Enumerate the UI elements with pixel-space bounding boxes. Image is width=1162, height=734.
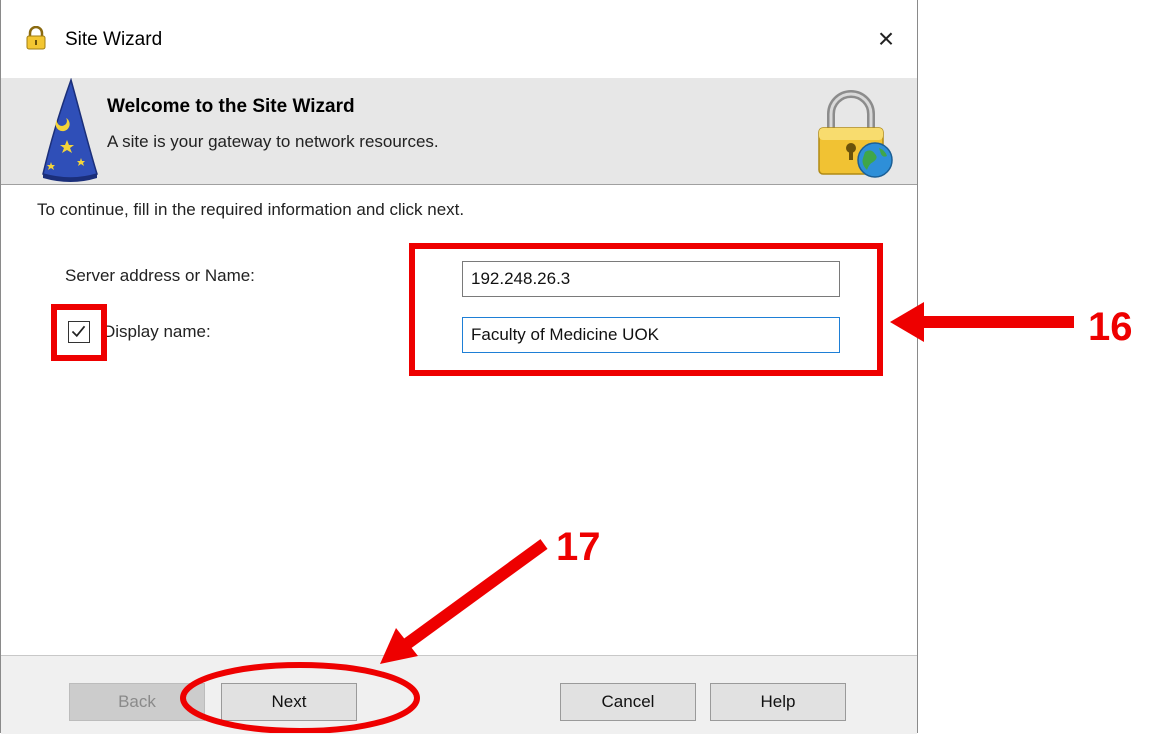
title-bar: Site Wizard × bbox=[1, 0, 917, 78]
wizard-banner: Welcome to the Site Wizard A site is you… bbox=[1, 78, 917, 185]
display-name-input[interactable] bbox=[462, 317, 840, 353]
instructions-text: To continue, fill in the required inform… bbox=[37, 200, 465, 219]
back-button[interactable]: Back bbox=[69, 683, 205, 721]
close-icon: × bbox=[877, 23, 895, 54]
server-address-input[interactable] bbox=[462, 261, 840, 297]
close-button[interactable]: × bbox=[869, 22, 903, 56]
site-wizard-window: Site Wizard × Welcome to the Site Wizard… bbox=[0, 0, 918, 734]
wizard-hat-icon bbox=[42, 78, 98, 182]
banner-title: Welcome to the Site Wizard bbox=[107, 96, 355, 117]
annotation-step-16: 16 bbox=[1088, 305, 1133, 349]
banner-subtitle: A site is your gateway to network resour… bbox=[107, 132, 439, 151]
display-name-checkbox[interactable] bbox=[68, 321, 90, 343]
lock-globe-icon bbox=[818, 90, 893, 178]
next-button[interactable]: Next bbox=[221, 683, 357, 721]
window-title: Site Wizard bbox=[65, 29, 163, 50]
wizard-footer: Back Next Cancel Help bbox=[1, 655, 917, 734]
display-name-label: Display name: bbox=[103, 322, 211, 341]
server-address-label: Server address or Name: bbox=[65, 266, 255, 285]
cancel-button[interactable]: Cancel bbox=[560, 683, 696, 721]
annotation-step-17: 17 bbox=[556, 525, 601, 569]
checkbox-check-icon bbox=[71, 325, 86, 338]
padlock-icon bbox=[26, 26, 46, 50]
help-button[interactable]: Help bbox=[710, 683, 846, 721]
